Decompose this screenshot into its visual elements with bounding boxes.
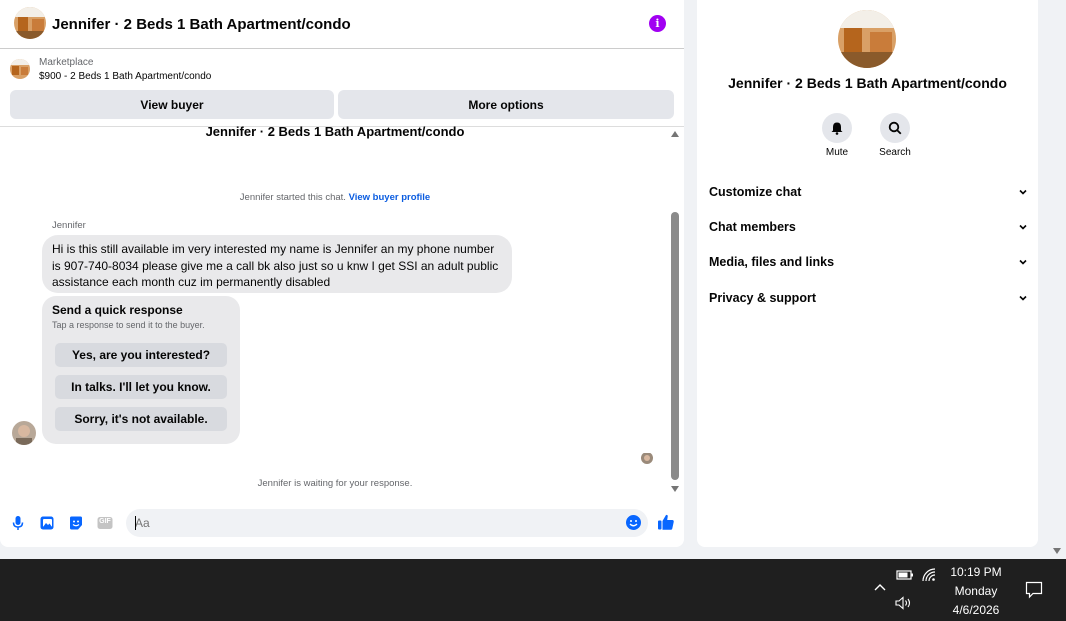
chevron-down-icon [1019,295,1027,301]
chevron-down-icon [1019,259,1027,265]
page-scroll-down-icon[interactable] [1053,548,1061,554]
wifi-icon[interactable] [921,567,937,583]
quick-response-card: Send a quick response Tap a response to … [42,296,240,444]
privacy-support-section[interactable]: Privacy & support [709,287,1027,309]
chat-header: Jennifer · 2 Beds 1 Bath Apartment/condo… [0,0,684,49]
media-files-links-section[interactable]: Media, files and links [709,251,1027,273]
message-bubble[interactable]: Hi is this still available im very inter… [42,235,512,293]
sender-name: Jennifer [52,220,86,231]
chat-members-section[interactable]: Chat members [709,216,1027,238]
chat-started-text: Jennifer started this chat. [239,192,346,203]
marketplace-label: Marketplace [39,57,94,68]
microphone-icon[interactable] [10,515,26,531]
chevron-up-icon[interactable] [873,582,887,592]
chat-details-panel: Jennifer · 2 Beds 1 Bath Apartment/condo… [697,0,1038,547]
chevron-down-icon [1019,189,1027,195]
quick-response-option[interactable]: Sorry, it's not available. [55,407,227,431]
section-label: Customize chat [709,185,802,199]
thread-title: Jennifer · 2 Beds 1 Bath Apartment/condo [205,124,465,139]
details-title: Jennifer · 2 Beds 1 Bath Apartment/condo [728,75,1007,91]
chat-started-notice: Jennifer started this chat. View buyer p… [0,192,670,203]
marketplace-thumbnail [10,59,30,79]
more-options-button[interactable]: More options [338,90,674,119]
scroll-up-arrow-icon[interactable] [671,131,679,137]
details-avatar[interactable] [838,10,896,68]
search-icon [888,121,902,135]
gif-label: GIF [99,518,111,525]
search-button[interactable] [880,113,910,143]
search-label: Search [879,147,911,158]
mute-label: Mute [825,147,849,158]
sender-avatar[interactable] [12,421,36,445]
quick-response-subtitle: Tap a response to send it to the buyer. [52,320,205,330]
bell-icon [831,122,843,135]
clock-day[interactable]: Monday [940,584,1012,598]
clock-date[interactable]: 4/6/2026 [940,603,1012,617]
info-icon[interactable]: i [649,15,666,32]
thumbs-up-icon[interactable] [657,513,675,531]
battery-icon[interactable] [896,569,914,581]
text-caret [135,516,136,530]
section-label: Privacy & support [709,291,816,305]
read-receipt-avatar [641,452,653,464]
customize-chat-section[interactable]: Customize chat [709,181,1027,203]
chat-panel: Jennifer · 2 Beds 1 Bath Apartment/condo… [0,0,684,547]
listing-avatar[interactable] [14,7,46,39]
message-input[interactable] [126,509,648,537]
taskbar: 10:19 PM Monday 4/6/2026 [0,559,1066,621]
photo-icon[interactable] [39,515,55,531]
gif-icon[interactable]: GIF [97,515,113,531]
view-buyer-profile-link[interactable]: View buyer profile [349,192,431,203]
scroll-down-arrow-icon[interactable] [671,486,679,492]
view-buyer-button[interactable]: View buyer [10,90,334,119]
quick-response-title: Send a quick response [52,303,183,317]
section-label: Chat members [709,220,796,234]
volume-icon[interactable] [895,596,913,610]
quick-response-option[interactable]: In talks. I'll let you know. [55,375,227,399]
chevron-down-icon [1019,224,1027,230]
section-label: Media, files and links [709,255,835,269]
listing-summary[interactable]: $900 - 2 Beds 1 Bath Apartment/condo [39,71,211,82]
notifications-icon[interactable] [1025,581,1043,599]
thread-scrollbar[interactable] [671,212,679,480]
mute-button[interactable] [822,113,852,143]
sticker-icon[interactable] [68,515,84,531]
waiting-notice: Jennifer is waiting for your response. [257,478,413,489]
clock-time[interactable]: 10:19 PM [940,565,1012,579]
chat-title[interactable]: Jennifer · 2 Beds 1 Bath Apartment/condo [52,16,351,33]
emoji-icon[interactable] [626,515,641,530]
quick-response-option[interactable]: Yes, are you interested? [55,343,227,367]
